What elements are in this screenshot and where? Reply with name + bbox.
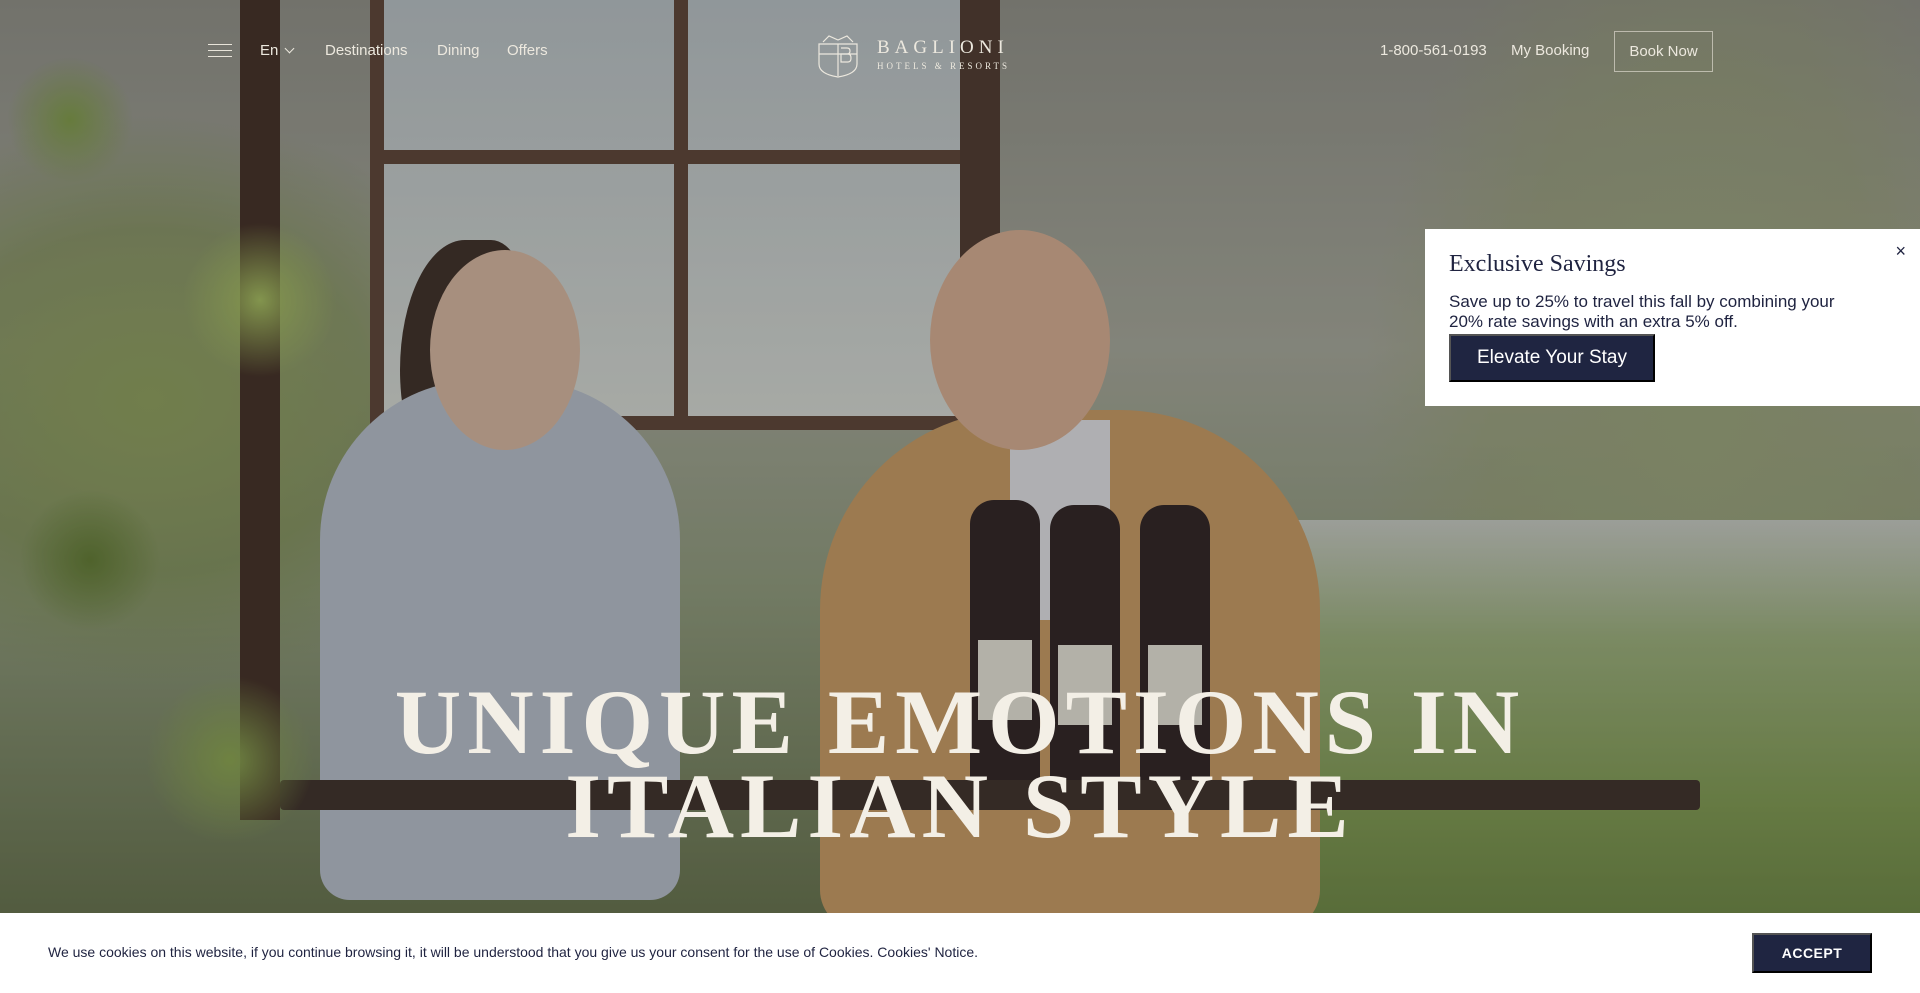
nav-offers[interactable]: Offers <box>507 42 548 59</box>
elevate-your-stay-button[interactable]: Elevate Your Stay <box>1449 334 1655 382</box>
cookie-notice-text: We use cookies on this website, if you c… <box>48 944 979 960</box>
phone-link[interactable]: 1-800-561-0193 <box>1380 42 1487 59</box>
logo-subtitle: HOTELS & RESORTS <box>877 61 1010 71</box>
accept-cookies-button[interactable]: ACCEPT <box>1752 933 1872 973</box>
cookie-banner: We use cookies on this website, if you c… <box>0 913 1920 993</box>
site-header: En Destinations Dining Offers BAGLIONI H… <box>0 0 1920 104</box>
logo-crest-icon <box>818 35 858 78</box>
hero-headline-line1: UNIQUE EMOTIONS IN <box>394 671 1526 773</box>
hero-headline-line2: ITALIAN STYLE <box>565 755 1355 857</box>
hero-headline: UNIQUE EMOTIONS IN ITALIAN STYLE <box>0 671 1920 857</box>
nav-destinations[interactable]: Destinations <box>325 42 408 59</box>
language-label: En <box>260 42 279 59</box>
my-booking-link[interactable]: My Booking <box>1511 42 1589 59</box>
popup-description: Save up to 25% to travel this fall by co… <box>1449 292 1835 331</box>
chevron-down-icon <box>284 43 295 54</box>
logo-name: BAGLIONI <box>877 37 1009 58</box>
exclusive-savings-popup: × Exclusive Savings Save up to 25% to tr… <box>1425 229 1920 406</box>
close-icon[interactable]: × <box>1895 242 1906 260</box>
popup-title: Exclusive Savings <box>1449 251 1626 277</box>
book-now-button[interactable]: Book Now <box>1614 31 1713 72</box>
language-selector[interactable]: En <box>260 42 295 59</box>
nav-dining[interactable]: Dining <box>437 42 480 59</box>
menu-icon[interactable] <box>208 44 232 58</box>
brand-logo[interactable]: BAGLIONI HOTELS & RESORTS <box>815 30 1010 78</box>
